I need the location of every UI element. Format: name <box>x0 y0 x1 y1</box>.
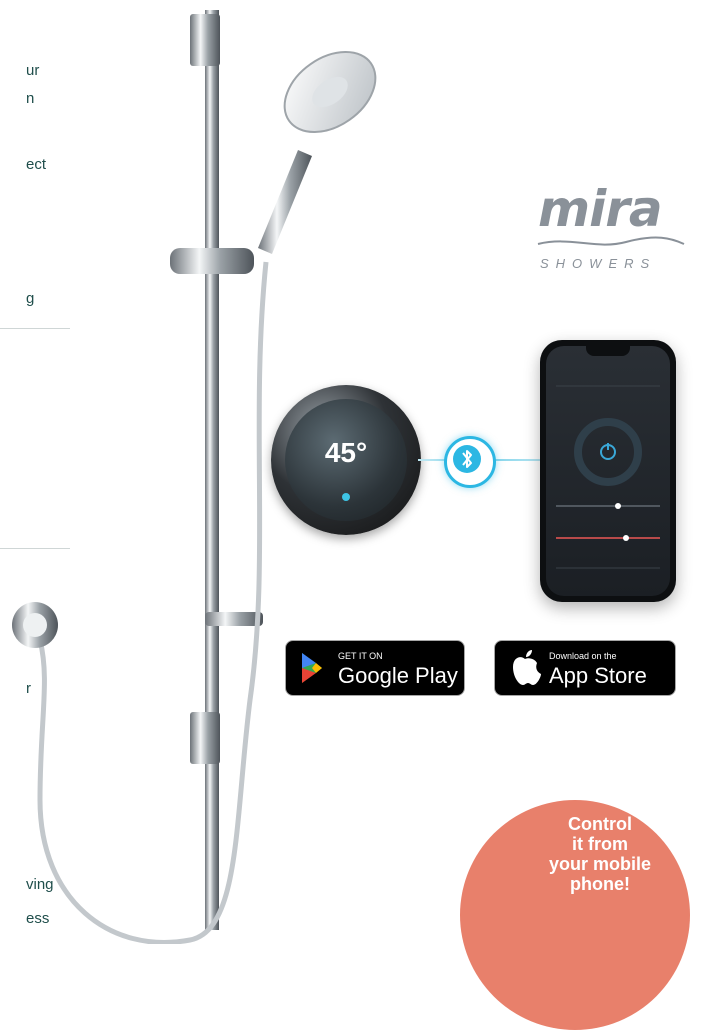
phone-screen <box>546 346 670 596</box>
rail-slider <box>170 248 254 274</box>
cta-line: phone! <box>570 874 630 894</box>
bluetooth-icon <box>453 445 481 473</box>
app-screen-graphic <box>556 385 660 569</box>
google-play-label: Google Play <box>338 663 458 688</box>
handset-handle <box>258 150 312 254</box>
rail-bracket-bottom <box>190 712 220 764</box>
cta-text: Control it from your mobile phone! <box>525 814 675 894</box>
mira-showers-logo: mira SHOWERS <box>532 180 692 275</box>
app-store-caption: Download on the <box>549 651 617 661</box>
digital-controller: 45° <box>271 385 421 535</box>
riser-rail <box>205 10 219 930</box>
google-play-caption: GET IT ON <box>338 651 383 661</box>
app-store-button[interactable]: Download on the App Store <box>494 640 676 696</box>
status-dot <box>342 493 350 501</box>
soap-holder <box>205 612 263 626</box>
controller-display: 45° <box>285 399 407 521</box>
shower-hose <box>37 261 269 944</box>
bluetooth-badge <box>444 436 496 488</box>
cta-line: your mobile <box>548 854 651 874</box>
logo-wordmark: mira <box>538 180 663 238</box>
logo-subtitle: SHOWERS <box>540 256 657 271</box>
logo-wave <box>537 236 685 246</box>
rail-bracket-top <box>190 14 220 66</box>
cta-line: it from <box>572 834 628 854</box>
smartphone <box>540 340 676 602</box>
temperature-readout: 45° <box>324 437 368 468</box>
apple-icon <box>513 650 541 685</box>
google-play-button[interactable]: GET IT ON Google Play <box>285 640 465 696</box>
google-play-icon <box>302 653 322 683</box>
cta-line: Control <box>568 814 632 834</box>
app-store-label: App Store <box>549 663 647 688</box>
